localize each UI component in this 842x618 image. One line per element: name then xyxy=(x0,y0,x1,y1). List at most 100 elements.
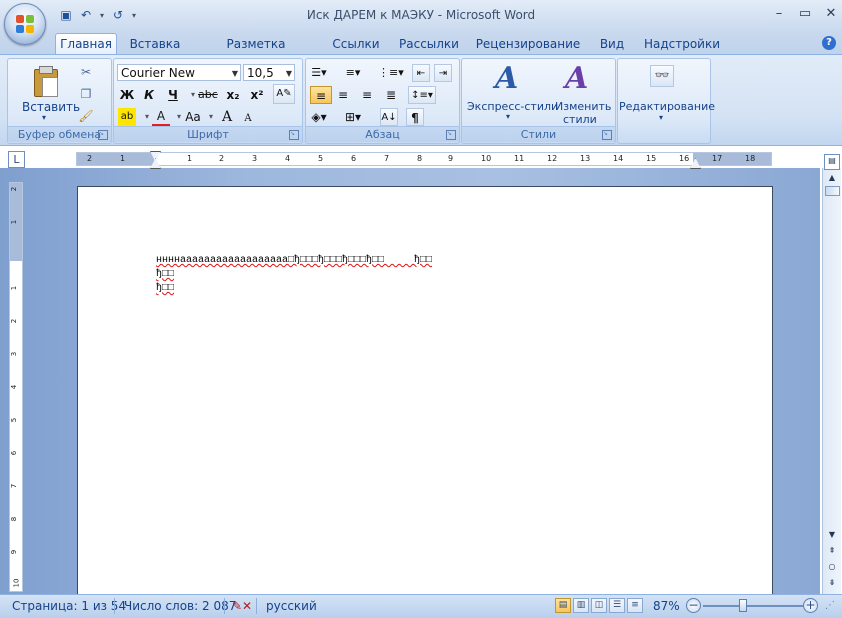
ribbon: Вставить ▾ ✂ ❐ 🖌 Буфер обмена ↘ Courier … xyxy=(0,54,842,146)
font-size-combo[interactable]: 10,5 ▼ xyxy=(243,64,295,81)
proofing-icon[interactable]: ✎✕ xyxy=(232,599,252,613)
document-line[interactable]: ннннаааааааааааааааааа□ђ□□□ђ□□□ђ□□□ђ□□ ђ… xyxy=(156,255,432,266)
shading-icon[interactable]: ◈▾ xyxy=(310,108,328,126)
change-case-button[interactable]: Aa xyxy=(184,108,202,126)
document-line[interactable]: ђ□□ xyxy=(156,283,174,294)
ruler-number: 12 xyxy=(547,154,558,163)
editing-dropdown-icon[interactable]: ▾ xyxy=(659,113,663,122)
show-marks-button[interactable]: ¶ xyxy=(406,108,424,126)
language-status[interactable]: русский xyxy=(266,599,317,613)
next-page-icon[interactable]: ⇟ xyxy=(826,577,838,589)
quick-styles-dropdown-icon[interactable]: ▾ xyxy=(506,112,510,121)
view-ruler-toggle-icon[interactable]: ▤ xyxy=(824,154,840,170)
tab-review[interactable]: Рецензирование xyxy=(474,34,582,54)
zoom-level[interactable]: 87% xyxy=(653,599,680,613)
align-right-icon[interactable]: ≡ xyxy=(358,86,376,104)
tab-mailings[interactable]: Рассылки xyxy=(396,34,462,54)
draft-view-icon[interactable]: ≡ xyxy=(627,598,643,613)
group-clipboard: Вставить ▾ ✂ ❐ 🖌 Буфер обмена ↘ xyxy=(7,58,112,144)
tab-references[interactable]: Ссылки xyxy=(328,34,384,54)
sort-icon[interactable]: A↓ xyxy=(380,108,398,126)
change-styles-button[interactable]: Изменить xyxy=(555,100,611,113)
help-icon[interactable]: ? xyxy=(822,36,836,50)
font-size-value: 10,5 xyxy=(247,66,274,80)
increase-indent-icon[interactable]: ⇥ xyxy=(434,64,452,82)
paste-dropdown-icon[interactable]: ▾ xyxy=(42,113,46,122)
web-layout-view-icon[interactable]: ◫ xyxy=(591,598,607,613)
page-count-status[interactable]: Страница: 1 из 54 xyxy=(12,599,126,613)
document-page[interactable]: ннннаааааааааааааааааа□ђ□□□ђ□□□ђ□□□ђ□□ ђ… xyxy=(77,186,773,596)
scroll-up-button[interactable]: ▲ xyxy=(826,172,838,184)
maximize-button[interactable]: ▭ xyxy=(798,6,812,21)
minimize-button[interactable]: – xyxy=(772,6,786,21)
office-button[interactable] xyxy=(4,3,46,45)
justify-icon[interactable]: ≣ xyxy=(382,86,400,104)
bold-button[interactable]: Ж xyxy=(118,86,136,104)
zoom-out-button[interactable]: − xyxy=(686,598,701,613)
tab-insert[interactable]: Вставка xyxy=(126,34,184,54)
group-label-font: Шрифт xyxy=(114,126,302,142)
decrease-indent-icon[interactable]: ⇤ xyxy=(412,64,430,82)
quick-styles-button[interactable]: Экспресс-стили xyxy=(467,100,558,113)
change-styles-icon[interactable]: A xyxy=(565,61,588,96)
tab-page-layout[interactable]: Разметка страницы xyxy=(196,34,316,71)
close-button[interactable]: ✕ xyxy=(824,6,838,21)
styles-launcher-icon[interactable]: ↘ xyxy=(602,130,612,140)
clipboard-launcher-icon[interactable]: ↘ xyxy=(98,130,108,140)
font-name-dropdown-icon[interactable]: ▼ xyxy=(232,65,238,82)
font-size-dropdown-icon[interactable]: ▼ xyxy=(286,65,292,82)
status-bar: Страница: 1 из 54 Число слов: 2 087 ✎✕ р… xyxy=(0,594,842,618)
align-left-icon[interactable]: ≡ xyxy=(310,86,332,104)
italic-button[interactable]: К xyxy=(140,86,158,104)
borders-icon[interactable]: ⊞▾ xyxy=(344,108,362,126)
full-screen-reading-view-icon[interactable]: ▥ xyxy=(573,598,589,613)
highlight-icon[interactable]: ab xyxy=(118,108,136,126)
cut-icon[interactable]: ✂ xyxy=(78,64,94,80)
font-color-icon[interactable]: A xyxy=(152,108,170,127)
quick-styles-icon[interactable]: A xyxy=(495,61,518,96)
vertical-scrollbar[interactable]: ▤ ▲ ▼ ⇞ ○ ⇟ xyxy=(822,154,841,594)
font-launcher-icon[interactable]: ↘ xyxy=(289,130,299,140)
copy-icon[interactable]: ❐ xyxy=(78,86,94,102)
format-painter-icon[interactable]: 🖌 xyxy=(78,108,94,124)
ruler-number: 7 xyxy=(384,154,390,163)
word-count-status[interactable]: Число слов: 2 087 xyxy=(124,599,236,613)
paste-button[interactable]: Вставить xyxy=(22,100,80,114)
zoom-in-button[interactable]: + xyxy=(803,598,818,613)
scroll-down-button[interactable]: ▼ xyxy=(826,529,838,541)
subscript-button[interactable]: x₂ xyxy=(224,86,242,104)
superscript-button[interactable]: x² xyxy=(248,86,266,104)
paste-icon[interactable] xyxy=(32,65,58,97)
multilevel-list-icon[interactable]: ⋮≡▾ xyxy=(378,64,404,82)
vertical-ruler[interactable]: 2 1 1 2 3 4 5 6 7 8 9 10 xyxy=(9,182,23,592)
browse-object-icon[interactable]: ○ xyxy=(826,561,838,573)
strikethrough-button[interactable]: abc xyxy=(198,86,218,104)
clear-formatting-icon[interactable]: A✎ xyxy=(273,84,295,104)
numbering-icon[interactable]: ≡▾ xyxy=(344,64,362,82)
ribbon-tabs: Главная Вставка Разметка страницы Ссылки… xyxy=(0,32,842,71)
ruler-number: 1 xyxy=(120,154,126,163)
binoculars-icon[interactable]: 👓 xyxy=(650,65,674,87)
change-styles-button-line2[interactable]: стили xyxy=(563,113,597,126)
horizontal-ruler[interactable]: 2 1 1 2 3 4 5 6 7 8 9 10 11 12 13 14 15 … xyxy=(76,151,772,169)
tab-addins[interactable]: Надстройки xyxy=(642,34,722,54)
zoom-slider-thumb[interactable] xyxy=(739,599,747,612)
tab-selector-icon[interactable]: L xyxy=(8,151,25,168)
resize-grip-icon[interactable]: ⋰ xyxy=(825,600,835,611)
paragraph-launcher-icon[interactable]: ↘ xyxy=(446,130,456,140)
grow-font-button[interactable]: A xyxy=(218,108,236,126)
editing-button[interactable]: Редактирование xyxy=(619,100,715,113)
document-line[interactable]: ђ□□ xyxy=(156,269,174,280)
line-spacing-icon[interactable]: ↕≡▾ xyxy=(408,86,436,104)
previous-page-icon[interactable]: ⇞ xyxy=(826,545,838,557)
print-layout-view-icon[interactable]: ▤ xyxy=(555,598,571,613)
scroll-thumb[interactable] xyxy=(825,186,840,196)
tab-view[interactable]: Вид xyxy=(594,34,630,54)
outline-view-icon[interactable]: ☰ xyxy=(609,598,625,613)
bullets-icon[interactable]: ☰▾ xyxy=(310,64,328,82)
align-center-icon[interactable]: ≡ xyxy=(334,86,352,104)
zoom-slider[interactable] xyxy=(703,605,803,607)
font-name-combo[interactable]: Courier New ▼ xyxy=(117,64,241,81)
underline-button[interactable]: Ч xyxy=(164,86,182,104)
tab-home[interactable]: Главная xyxy=(55,33,117,55)
